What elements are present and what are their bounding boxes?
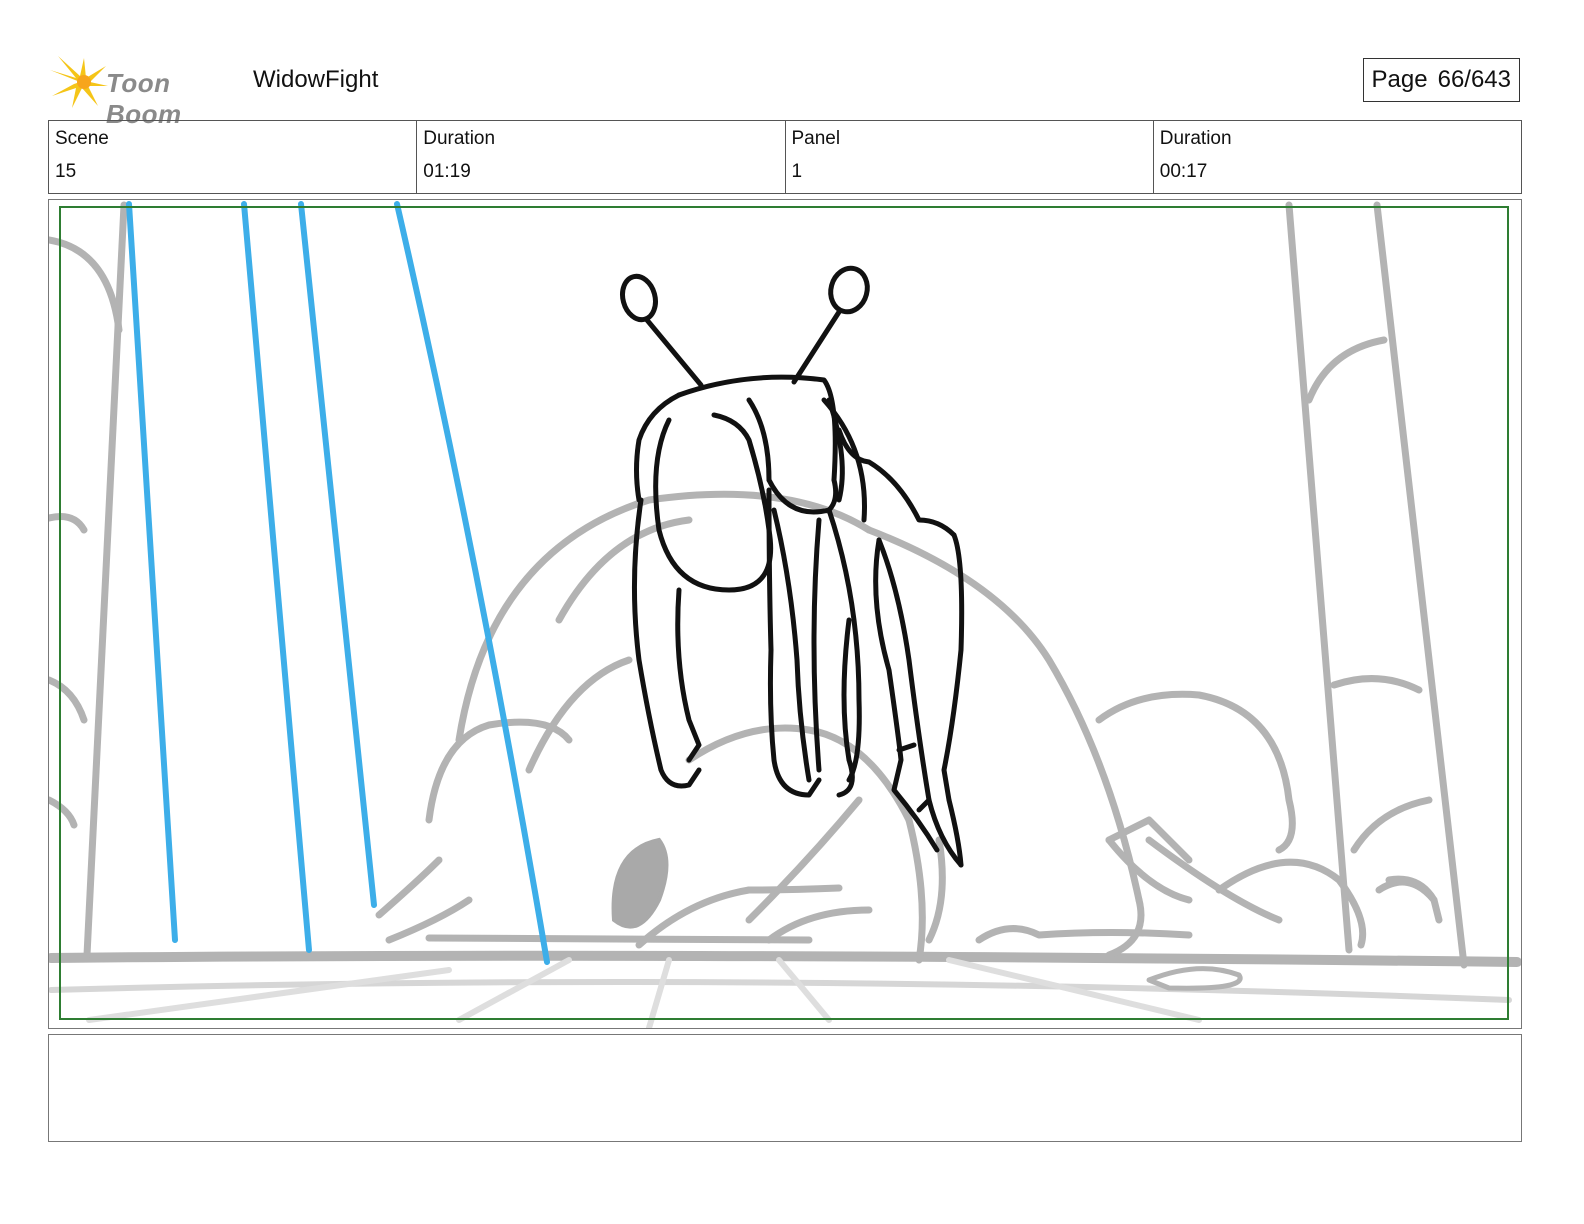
star-burst-icon xyxy=(50,56,108,108)
page-indicator: Page 66/643 xyxy=(1362,58,1520,102)
character-sketch xyxy=(620,265,965,868)
panel-info-table: Scene 15 Duration 01:19 Panel 1 Duration… xyxy=(48,120,1522,194)
scene-duration-value: 01:19 xyxy=(423,161,471,182)
toon-boom-logo: Toon Boom xyxy=(50,56,240,129)
storyboard-header: Toon Boom WidowFight Page 66/643 xyxy=(48,52,1520,129)
panel-duration-value: 00:17 xyxy=(1159,161,1208,182)
scene-duration-cell: Duration 01:19 xyxy=(416,121,784,193)
panel-duration-label: Duration xyxy=(1159,128,1232,149)
page-label: Page xyxy=(1371,66,1428,93)
rain-lines xyxy=(126,201,550,965)
storyboard-panel-image xyxy=(48,199,1522,1029)
scene-cell: Scene 15 xyxy=(49,121,416,193)
scene-value: 15 xyxy=(55,161,77,182)
panel-sketch xyxy=(49,201,1521,1028)
project-title: WidowFight xyxy=(253,66,379,93)
page-value: 66/643 xyxy=(1437,66,1511,93)
panel-duration-cell: Duration 00:17 xyxy=(1152,121,1521,193)
panel-label: Panel xyxy=(791,128,841,149)
scene-duration-label: Duration xyxy=(423,128,496,149)
panel-notes-box xyxy=(48,1034,1522,1142)
panel-value: 1 xyxy=(791,161,803,182)
panel-cell: Panel 1 xyxy=(784,121,1153,193)
scene-label: Scene xyxy=(55,128,109,149)
rock-shadow-blob xyxy=(611,837,669,929)
background-sketch xyxy=(49,201,1521,1028)
